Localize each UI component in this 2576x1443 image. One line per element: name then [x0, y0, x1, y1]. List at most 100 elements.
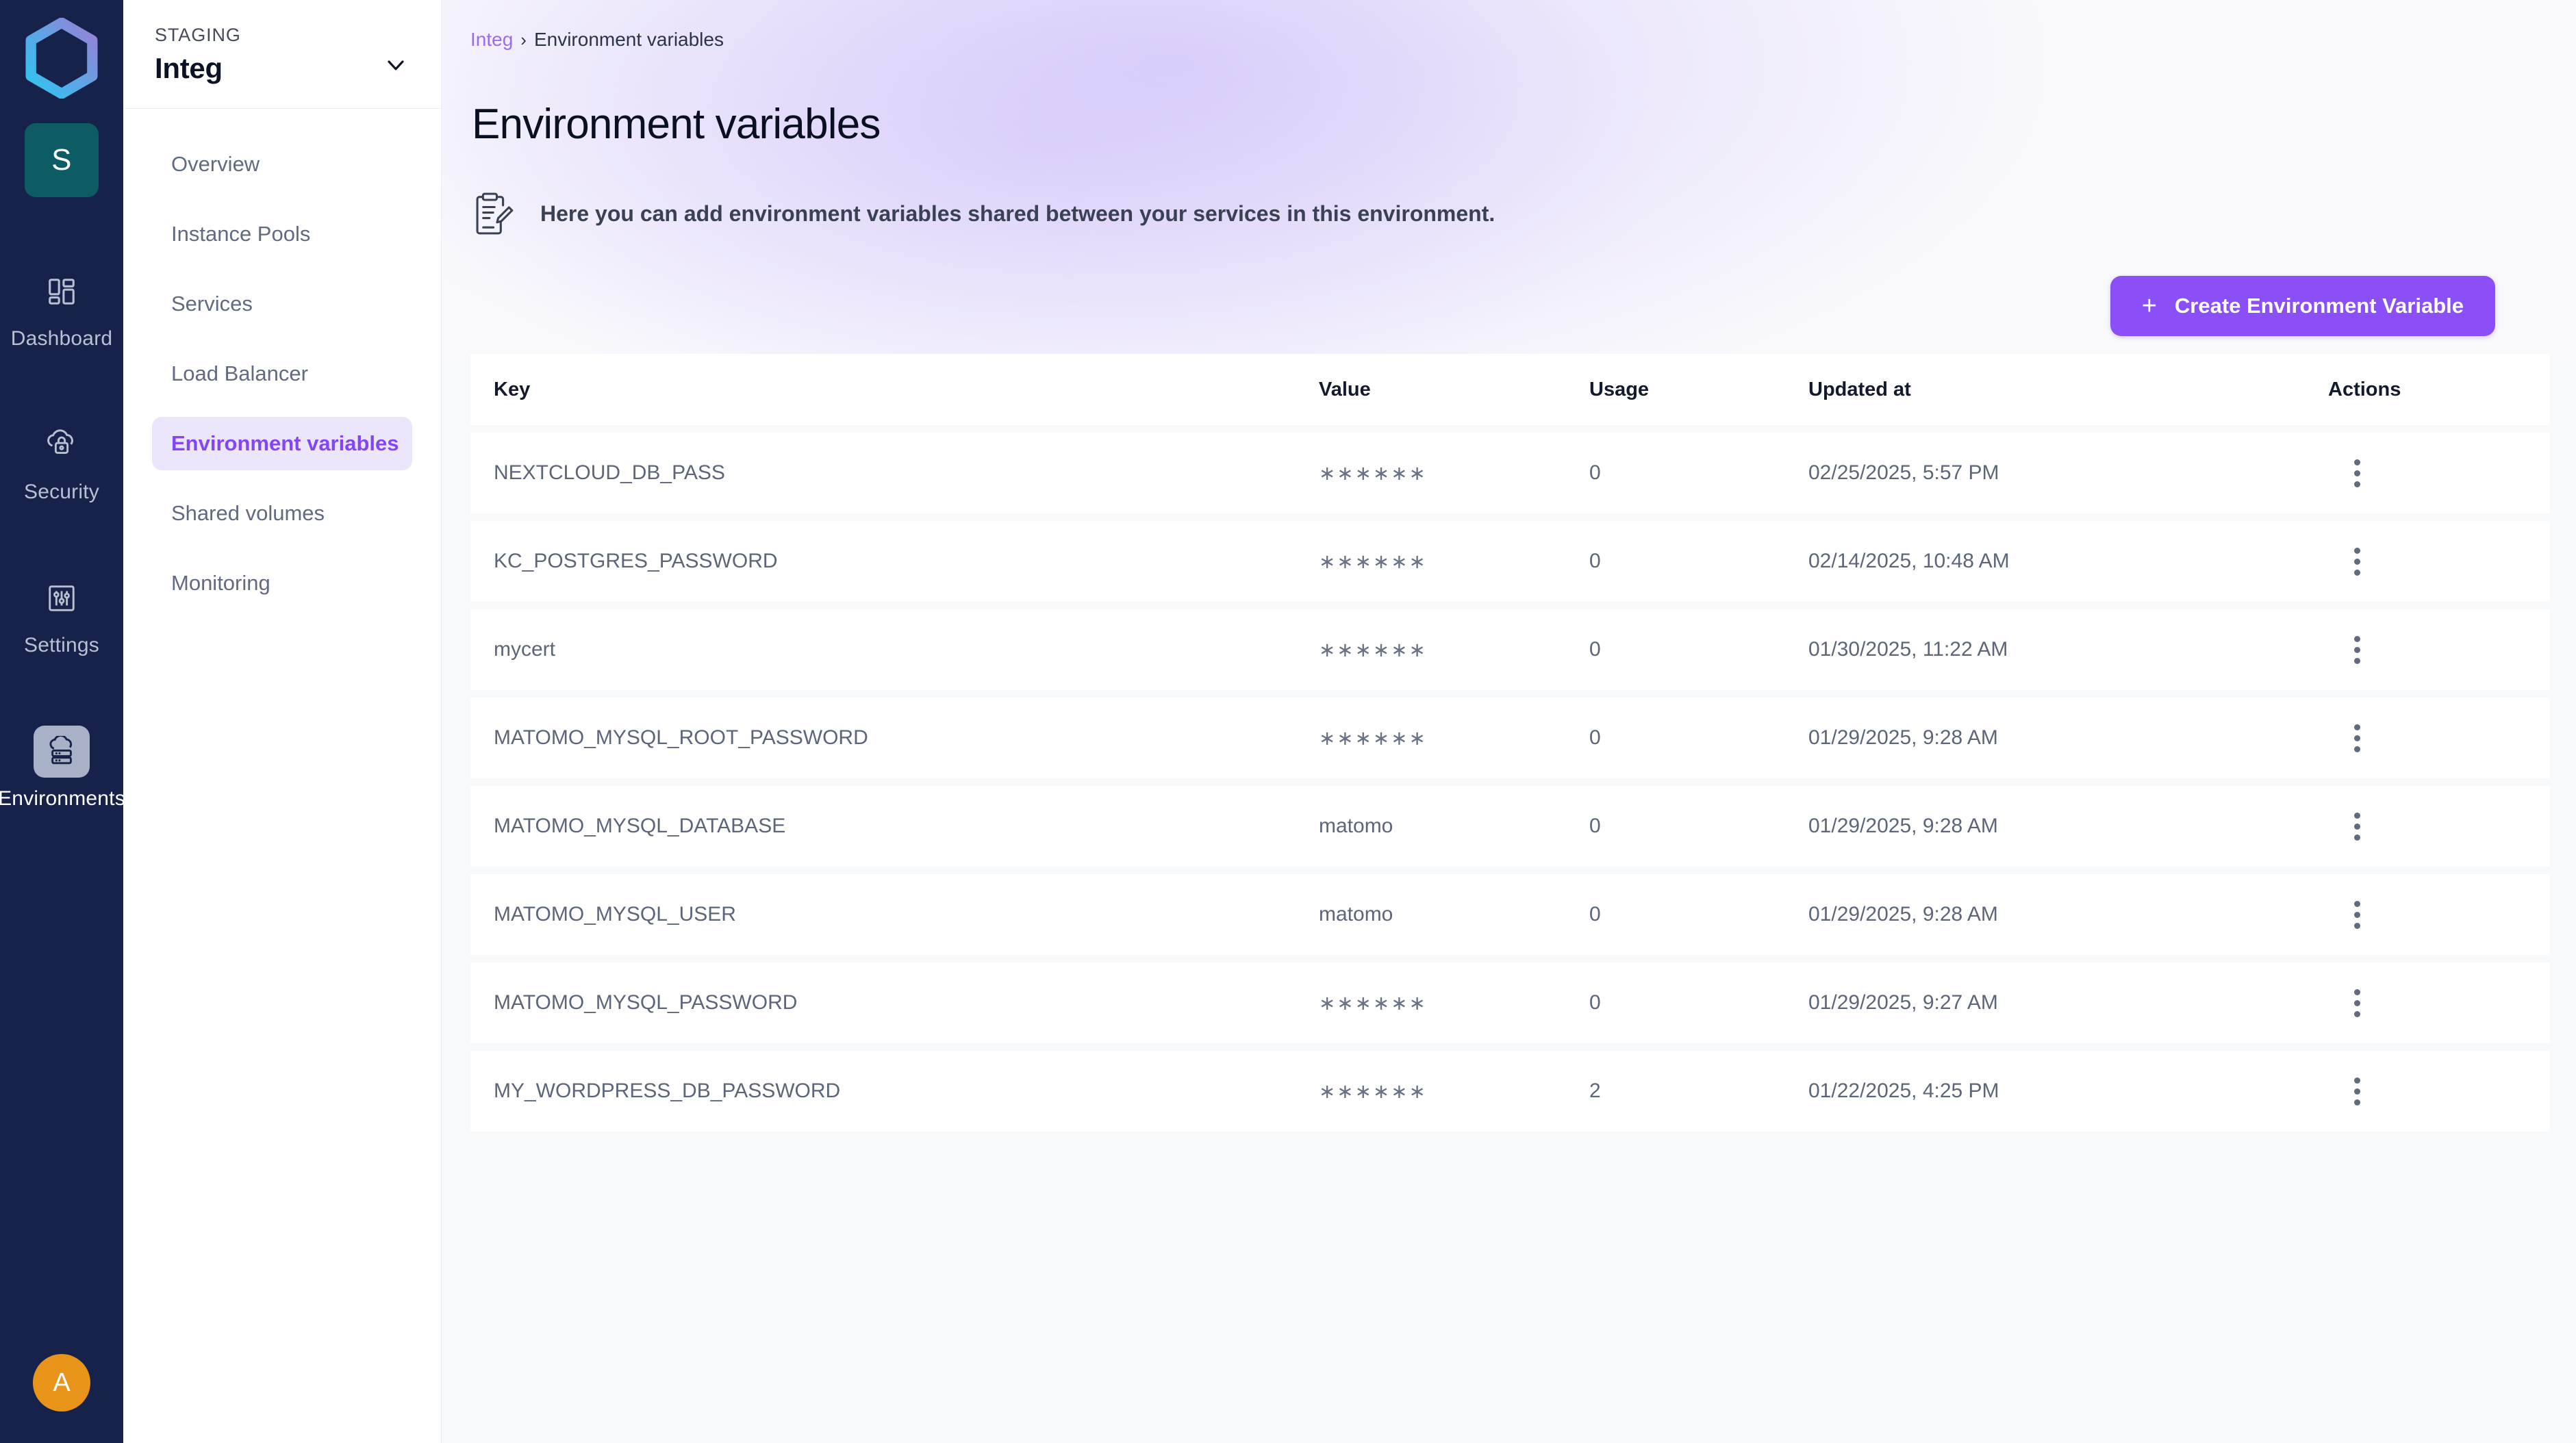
cell-actions: [2328, 1072, 2527, 1110]
cell-usage: 0: [1589, 638, 1601, 661]
cell-usage: 0: [1589, 903, 1601, 925]
cell-key: KC_POSTGRES_PASSWORD: [494, 550, 778, 572]
column-header-value: Value: [1319, 378, 1371, 400]
create-environment-variable-button[interactable]: + Create Environment Variable: [2110, 276, 2495, 336]
breadcrumb-current: Environment variables: [533, 29, 724, 50]
column-header-key: Key: [494, 378, 531, 400]
table-row[interactable]: MATOMO_MYSQL_PASSWORD ∗∗∗∗∗∗ 0 01/29/202…: [470, 962, 2550, 1043]
table-row[interactable]: MATOMO_MYSQL_USER matomo 0 01/29/2025, 9…: [470, 874, 2550, 955]
hexagon-logo-icon[interactable]: [21, 18, 102, 99]
icon-rail: S Dashboard Security Settings Environmen…: [0, 0, 125, 1443]
cta-row: + Create Environment Variable: [470, 276, 2521, 336]
sidebar-item-monitoring[interactable]: Monitoring: [152, 557, 412, 610]
kebab-menu-icon[interactable]: [2338, 984, 2376, 1022]
cell-actions: [2328, 807, 2527, 845]
breadcrumb: Integ › Environment variables: [470, 29, 2521, 51]
cell-value: ∗∗∗∗∗∗: [1319, 462, 1427, 485]
sidebar-item-instance-pools[interactable]: Instance Pools: [152, 207, 412, 261]
cell-value: matomo: [1319, 903, 1393, 925]
plus-icon: +: [2141, 292, 2157, 320]
cell-key: mycert: [494, 638, 555, 661]
kebab-menu-icon[interactable]: [2338, 630, 2376, 669]
environment-switcher[interactable]: STAGING Integ: [123, 0, 441, 109]
rail-item-label: Dashboard: [10, 327, 113, 350]
cell-key: NEXTCLOUD_DB_PASS: [494, 461, 725, 484]
page-hero: Integ › Environment variables Environmen…: [442, 0, 2576, 354]
table-row[interactable]: MATOMO_MYSQL_DATABASE matomo 0 01/29/202…: [470, 786, 2550, 867]
table-header-row: Key Value Usage Updated at Actions: [470, 354, 2550, 425]
cell-usage: 2: [1589, 1080, 1601, 1102]
table-row[interactable]: KC_POSTGRES_PASSWORD ∗∗∗∗∗∗ 0 02/14/2025…: [470, 521, 2550, 602]
cell-actions: [2328, 542, 2527, 580]
kebab-menu-icon[interactable]: [2338, 895, 2376, 934]
chevron-down-icon[interactable]: [382, 51, 409, 79]
cell-value: matomo: [1319, 815, 1393, 837]
kebab-menu-icon[interactable]: [2338, 542, 2376, 580]
sidebar-item-overview[interactable]: Overview: [152, 138, 412, 191]
cell-usage: 0: [1589, 461, 1601, 484]
page-title: Environment variables: [472, 101, 881, 148]
create-environment-variable-label: Create Environment Variable: [2174, 294, 2464, 318]
cell-usage: 0: [1589, 550, 1601, 572]
cell-updated-at: 01/29/2025, 9:27 AM: [1808, 991, 1998, 1014]
clipboard-pencil-icon: [476, 192, 514, 235]
cell-actions: [2328, 719, 2527, 757]
sidebar-item-services[interactable]: Services: [152, 277, 412, 331]
cell-updated-at: 01/22/2025, 4:25 PM: [1808, 1080, 1999, 1102]
breadcrumb-parent[interactable]: Integ: [470, 29, 513, 51]
cell-updated-at: 01/29/2025, 9:28 AM: [1808, 815, 1998, 837]
page-description-row: Here you can add environment variables s…: [470, 191, 2521, 236]
table-row[interactable]: MATOMO_MYSQL_ROOT_PASSWORD ∗∗∗∗∗∗ 0 01/2…: [470, 698, 2550, 778]
environment-variables-table: Key Value Usage Updated at Actions NEXTC…: [442, 354, 2576, 1132]
table-row[interactable]: MY_WORDPRESS_DB_PASSWORD ∗∗∗∗∗∗ 2 01/22/…: [470, 1051, 2550, 1132]
table-row[interactable]: mycert ∗∗∗∗∗∗ 0 01/30/2025, 11:22 AM: [470, 609, 2550, 690]
cell-usage: 0: [1589, 815, 1601, 837]
rail-item-settings[interactable]: Settings: [0, 560, 123, 667]
cell-actions: [2328, 984, 2527, 1022]
sliders-icon: [34, 572, 90, 624]
environment-badge[interactable]: S: [25, 123, 99, 197]
breadcrumb-separator-icon: ›: [520, 29, 527, 50]
environment-stage-label: STAGING: [155, 25, 241, 45]
environment-badge-letter: S: [51, 143, 72, 177]
subnav-list: Overview Instance Pools Services Load Ba…: [123, 109, 441, 626]
column-header-updated-at: Updated at: [1808, 378, 1911, 400]
cell-usage: 0: [1589, 991, 1601, 1014]
sidebar-item-environment-variables[interactable]: Environment variables: [152, 417, 412, 470]
app-root: S Dashboard Security Settings Environmen…: [0, 0, 2576, 1443]
rail-item-dashboard[interactable]: Dashboard: [0, 253, 123, 360]
cell-updated-at: 02/14/2025, 10:48 AM: [1808, 550, 2010, 572]
rail-item-environments[interactable]: Environments: [0, 713, 125, 820]
dashboard-icon: [34, 266, 90, 318]
main-content: Integ › Environment variables Environmen…: [442, 0, 2576, 1443]
sidebar-item-shared-volumes[interactable]: Shared volumes: [152, 487, 412, 540]
kebab-menu-icon[interactable]: [2338, 719, 2376, 757]
rail-item-label: Security: [24, 481, 99, 503]
kebab-menu-icon[interactable]: [2338, 1072, 2376, 1110]
cell-actions: [2328, 630, 2527, 669]
table-row[interactable]: NEXTCLOUD_DB_PASS ∗∗∗∗∗∗ 0 02/25/2025, 5…: [470, 433, 2550, 513]
column-header-usage: Usage: [1589, 378, 1650, 400]
cell-value: ∗∗∗∗∗∗: [1319, 639, 1427, 661]
cell-key: MATOMO_MYSQL_DATABASE: [494, 815, 786, 837]
rail-item-security[interactable]: Security: [0, 407, 123, 513]
cell-key: MATOMO_MYSQL_PASSWORD: [494, 991, 798, 1014]
avatar-letter: A: [53, 1368, 71, 1397]
cell-updated-at: 01/30/2025, 11:22 AM: [1808, 638, 2008, 661]
secondary-sidebar: STAGING Integ Overview Instance Pools Se…: [123, 0, 442, 1443]
sidebar-item-load-balancer[interactable]: Load Balancer: [152, 347, 412, 400]
rail-item-label: Settings: [24, 634, 99, 656]
kebab-menu-icon[interactable]: [2338, 454, 2376, 492]
cell-value: ∗∗∗∗∗∗: [1319, 1080, 1427, 1103]
rail-nav: Dashboard Security Settings Environments: [0, 253, 125, 820]
cell-updated-at: 01/29/2025, 9:28 AM: [1808, 903, 1998, 925]
cell-key: MATOMO_MYSQL_USER: [494, 903, 736, 925]
environment-name: Integ: [155, 52, 223, 84]
page-description: Here you can add environment variables s…: [540, 201, 1495, 226]
cloud-lock-icon: [34, 419, 90, 471]
cell-key: MATOMO_MYSQL_ROOT_PASSWORD: [494, 726, 868, 749]
cell-value: ∗∗∗∗∗∗: [1319, 992, 1427, 1014]
column-header-actions: Actions: [2328, 378, 2401, 400]
kebab-menu-icon[interactable]: [2338, 807, 2376, 845]
avatar[interactable]: A: [33, 1354, 90, 1412]
